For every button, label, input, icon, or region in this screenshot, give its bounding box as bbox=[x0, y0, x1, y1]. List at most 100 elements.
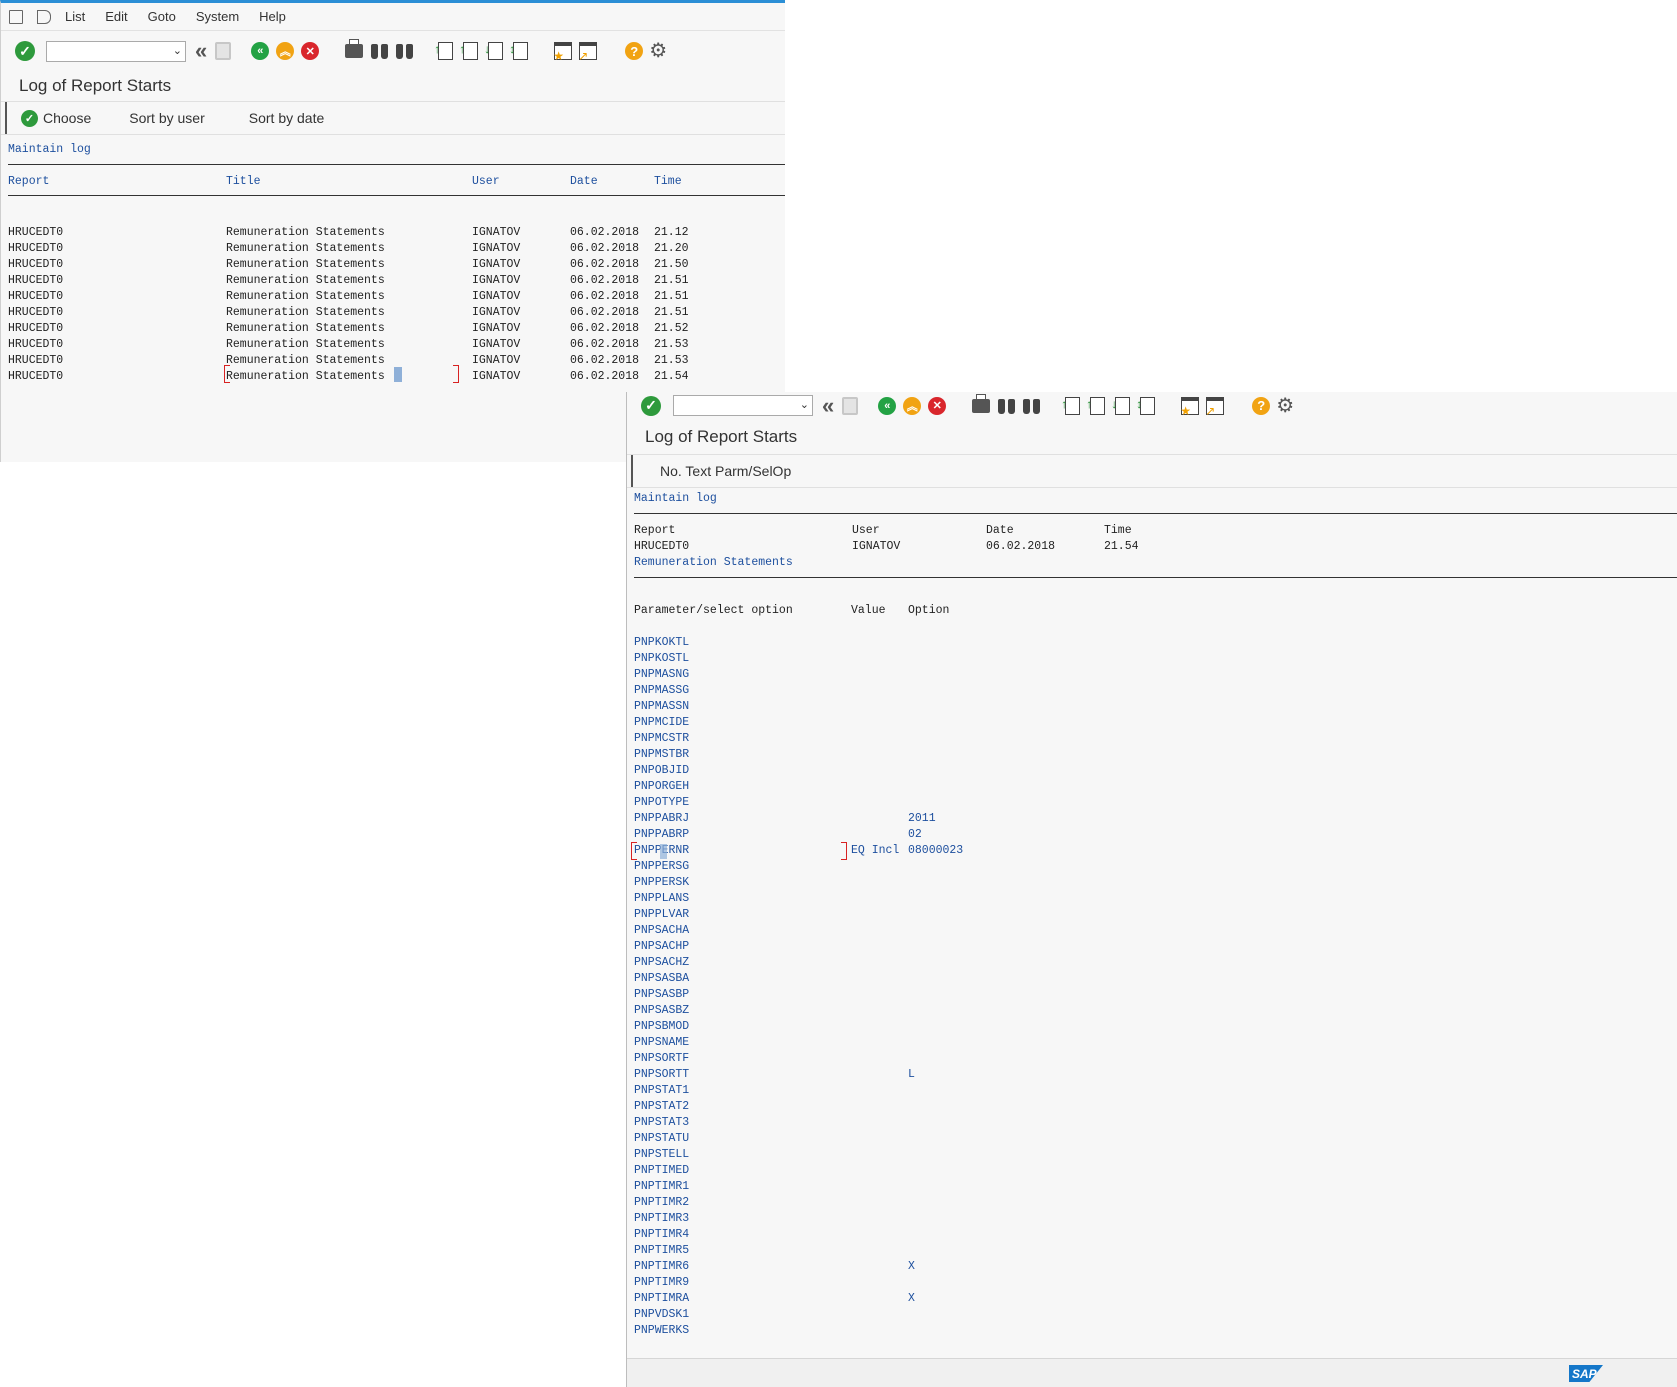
row-date-cell[interactable]: 06.02.2018 bbox=[570, 258, 639, 272]
param-name-cell[interactable]: PNPSNAME bbox=[634, 1036, 689, 1050]
row-time-cell[interactable]: 21.52 bbox=[654, 322, 689, 336]
row-user-cell[interactable]: IGNATOV bbox=[472, 258, 520, 272]
row-title-cell[interactable]: Remuneration Statements bbox=[226, 274, 385, 288]
row-date-cell[interactable]: 06.02.2018 bbox=[570, 370, 639, 384]
param-name-cell[interactable]: PNPSTAT1 bbox=[634, 1084, 689, 1098]
row-time-cell[interactable]: 21.50 bbox=[654, 258, 689, 272]
row-report-cell[interactable]: HRUCEDT0 bbox=[8, 258, 63, 272]
row-report-cell[interactable]: HRUCEDT0 bbox=[8, 290, 63, 304]
row-time-cell[interactable]: 21.51 bbox=[654, 290, 689, 304]
row-date-cell[interactable]: 06.02.2018 bbox=[570, 322, 639, 336]
row-time-cell[interactable]: 21.54 bbox=[654, 370, 689, 384]
row-time-cell[interactable]: 21.12 bbox=[654, 226, 689, 240]
col-header-report: Report bbox=[8, 175, 50, 188]
row-user-cell[interactable]: IGNATOV bbox=[472, 242, 520, 256]
row-time-cell[interactable]: 21.53 bbox=[654, 354, 689, 368]
row-report-cell[interactable]: HRUCEDT0 bbox=[8, 370, 63, 384]
param-name-cell[interactable]: PNPPABRJ bbox=[634, 812, 689, 826]
row-title-cell[interactable]: Remuneration Statements bbox=[226, 354, 385, 368]
param-name-cell[interactable]: PNPMCSTR bbox=[634, 732, 689, 746]
col-header-value: Value bbox=[851, 604, 886, 617]
row-user-cell[interactable]: IGNATOV bbox=[472, 338, 520, 352]
param-name-cell[interactable]: PNPOTYPE bbox=[634, 796, 689, 810]
param-name-cell[interactable]: PNPTIMR2 bbox=[634, 1196, 689, 1210]
param-name-cell[interactable]: PNPOBJID bbox=[634, 764, 689, 778]
param-name-cell[interactable]: PNPPERSK bbox=[634, 876, 689, 890]
param-name-cell[interactable]: PNPTIMR6 bbox=[634, 1260, 689, 1274]
row-user-cell[interactable]: IGNATOV bbox=[472, 322, 520, 336]
row-date-cell[interactable]: 06.02.2018 bbox=[570, 274, 639, 288]
row-title-cell[interactable]: Remuneration Statements bbox=[226, 290, 385, 304]
param-name-cell[interactable]: PNPSACHP bbox=[634, 940, 689, 954]
row-report-cell[interactable]: HRUCEDT0 bbox=[8, 226, 63, 240]
param-name-cell[interactable]: PNPSTATU bbox=[634, 1132, 689, 1146]
param-name-cell[interactable]: PNPSBMOD bbox=[634, 1020, 689, 1034]
param-name-cell[interactable]: PNPWERKS bbox=[634, 1324, 689, 1338]
param-name-cell[interactable]: PNPVDSK1 bbox=[634, 1308, 689, 1322]
row-time-cell[interactable]: 21.20 bbox=[654, 242, 689, 256]
param-name-cell[interactable]: PNPORGEH bbox=[634, 780, 689, 794]
row-report-cell[interactable]: HRUCEDT0 bbox=[8, 274, 63, 288]
param-name-cell[interactable]: PNPSASBA bbox=[634, 972, 689, 986]
param-name-cell[interactable]: PNPTIMRA bbox=[634, 1292, 689, 1306]
row-time-cell[interactable]: 21.53 bbox=[654, 338, 689, 352]
param-name-cell[interactable]: PNPTIMR4 bbox=[634, 1228, 689, 1242]
row-title-cell[interactable]: Remuneration Statements bbox=[226, 258, 385, 272]
row-report-cell[interactable]: HRUCEDT0 bbox=[8, 338, 63, 352]
row-title-cell[interactable]: Remuneration Statements bbox=[226, 242, 385, 256]
param-option-cell: 02 bbox=[908, 828, 922, 841]
head-report-value: HRUCEDT0 bbox=[634, 540, 690, 553]
param-name-cell[interactable]: PNPKOSTL bbox=[634, 652, 689, 666]
param-name-cell[interactable]: PNPKOKTL bbox=[634, 636, 689, 650]
row-date-cell[interactable]: 06.02.2018 bbox=[570, 226, 639, 240]
row-date-cell[interactable]: 06.02.2018 bbox=[570, 338, 639, 352]
param-name-cell[interactable]: PNPMASSN bbox=[634, 700, 689, 714]
param-name-cell[interactable]: PNPTIMR1 bbox=[634, 1180, 689, 1194]
row-report-cell[interactable]: HRUCEDT0 bbox=[8, 306, 63, 320]
param-name-cell[interactable]: PNPSACHZ bbox=[634, 956, 689, 970]
param-name-cell[interactable]: PNPSTAT2 bbox=[634, 1100, 689, 1114]
param-name-cell[interactable]: PNPMSTBR bbox=[634, 748, 689, 762]
text-cursor bbox=[394, 367, 402, 382]
row-title-cell[interactable]: Remuneration Statements bbox=[226, 338, 385, 352]
param-name-cell[interactable]: PNPPABRP bbox=[634, 828, 689, 842]
head-time-label: Time bbox=[1104, 524, 1132, 537]
param-name-cell[interactable]: PNPPERSG bbox=[634, 860, 689, 874]
param-name-cell[interactable]: PNPPLANS bbox=[634, 892, 689, 906]
param-name-cell[interactable]: PNPTIMR3 bbox=[634, 1212, 689, 1226]
row-time-cell[interactable]: 21.51 bbox=[654, 274, 689, 288]
row-user-cell[interactable]: IGNATOV bbox=[472, 226, 520, 240]
param-name-cell[interactable]: PNPSACHA bbox=[634, 924, 689, 938]
row-time-cell[interactable]: 21.51 bbox=[654, 306, 689, 320]
row-report-cell[interactable]: HRUCEDT0 bbox=[8, 242, 63, 256]
param-name-cell[interactable]: PNPSASBZ bbox=[634, 1004, 689, 1018]
row-report-cell[interactable]: HRUCEDT0 bbox=[8, 354, 63, 368]
row-user-cell[interactable]: IGNATOV bbox=[472, 370, 520, 384]
param-name-cell[interactable]: PNPTIMR9 bbox=[634, 1276, 689, 1290]
param-name-cell[interactable]: PNPTIMR5 bbox=[634, 1244, 689, 1258]
row-user-cell[interactable]: IGNATOV bbox=[472, 290, 520, 304]
row-user-cell[interactable]: IGNATOV bbox=[472, 306, 520, 320]
divider bbox=[8, 164, 785, 165]
row-user-cell[interactable]: IGNATOV bbox=[472, 354, 520, 368]
row-date-cell[interactable]: 06.02.2018 bbox=[570, 354, 639, 368]
row-title-cell[interactable]: Remuneration Statements bbox=[226, 370, 385, 384]
row-report-cell[interactable]: HRUCEDT0 bbox=[8, 322, 63, 336]
param-name-cell[interactable]: PNPPLVAR bbox=[634, 908, 689, 922]
row-date-cell[interactable]: 06.02.2018 bbox=[570, 290, 639, 304]
row-user-cell[interactable]: IGNATOV bbox=[472, 274, 520, 288]
param-name-cell[interactable]: PNPTIMED bbox=[634, 1164, 689, 1178]
param-name-cell[interactable]: PNPSASBP bbox=[634, 988, 689, 1002]
param-name-cell[interactable]: PNPSTAT3 bbox=[634, 1116, 689, 1130]
row-date-cell[interactable]: 06.02.2018 bbox=[570, 242, 639, 256]
param-name-cell[interactable]: PNPMCIDE bbox=[634, 716, 689, 730]
param-name-cell[interactable]: PNPSTELL bbox=[634, 1148, 689, 1162]
param-name-cell[interactable]: PNPSORTT bbox=[634, 1068, 689, 1082]
row-title-cell[interactable]: Remuneration Statements bbox=[226, 226, 385, 240]
row-date-cell[interactable]: 06.02.2018 bbox=[570, 306, 639, 320]
param-name-cell[interactable]: PNPMASSG bbox=[634, 684, 689, 698]
row-title-cell[interactable]: Remuneration Statements bbox=[226, 322, 385, 336]
row-title-cell[interactable]: Remuneration Statements bbox=[226, 306, 385, 320]
param-name-cell[interactable]: PNPSORTF bbox=[634, 1052, 689, 1066]
param-name-cell[interactable]: PNPMASNG bbox=[634, 668, 689, 682]
